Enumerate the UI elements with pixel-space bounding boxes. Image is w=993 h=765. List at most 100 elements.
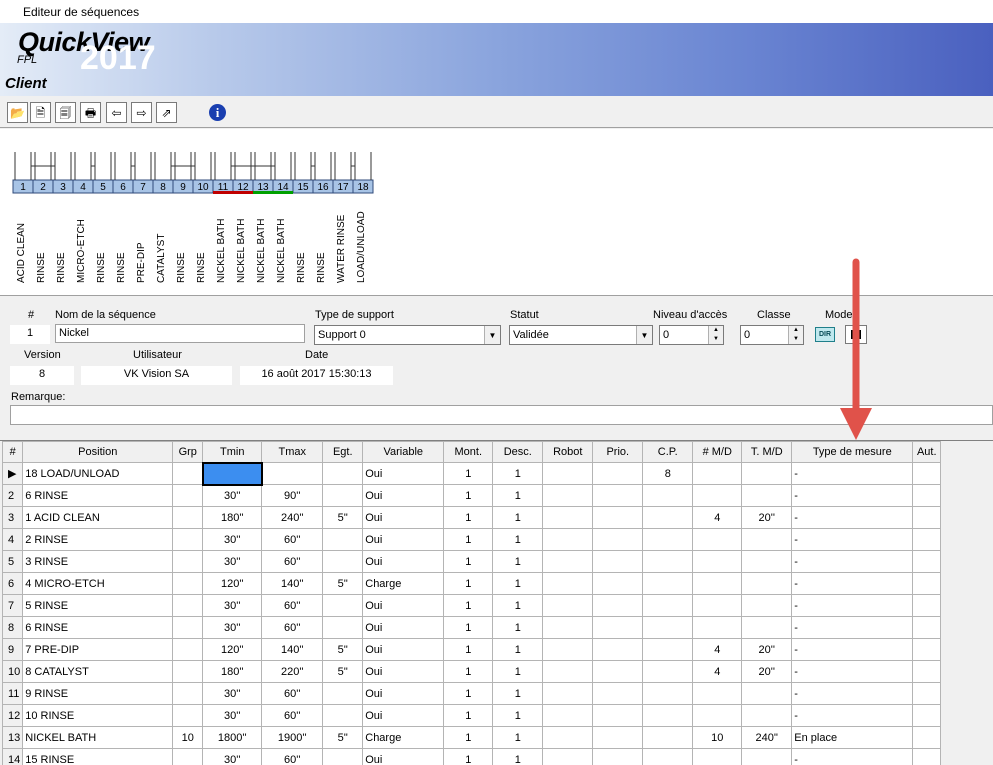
table-cell[interactable]: - <box>791 616 914 639</box>
row-header[interactable]: 3 <box>1 506 24 529</box>
table-cell[interactable] <box>741 462 793 485</box>
table-cell[interactable]: 240'' <box>261 506 324 529</box>
table-cell[interactable]: - <box>791 550 914 573</box>
table-cell[interactable]: Oui <box>362 638 445 661</box>
table-cell[interactable] <box>592 704 644 727</box>
delete-doc-button[interactable]: 🗐 <box>55 102 76 123</box>
spin-up-icon[interactable]: ▲ <box>709 326 723 335</box>
table-cell[interactable]: NICKEL BATH <box>22 726 174 749</box>
table-cell[interactable]: 1 <box>492 638 544 661</box>
table-cell[interactable]: 1 <box>443 550 494 573</box>
table-cell[interactable]: 1 <box>443 484 494 507</box>
table-cell[interactable]: 90'' <box>261 484 324 507</box>
table-cell[interactable] <box>322 704 364 727</box>
table-cell[interactable]: 180'' <box>202 506 263 529</box>
table-cell[interactable]: - <box>791 506 914 529</box>
table-cell[interactable]: 1 <box>443 660 494 683</box>
statut-select[interactable]: Validée ▼ <box>509 325 653 345</box>
table-cell[interactable] <box>592 748 644 765</box>
table-cell[interactable]: - <box>791 462 914 485</box>
row-header[interactable]: 6 <box>1 572 24 595</box>
table-cell[interactable]: 30'' <box>202 748 263 765</box>
table-cell[interactable]: 1 <box>443 462 494 485</box>
table-cell[interactable]: 4 MICRO-ETCH <box>22 572 174 595</box>
table-cell[interactable] <box>542 572 594 595</box>
table-cell[interactable] <box>642 704 694 727</box>
table-cell[interactable]: 120'' <box>202 638 263 661</box>
table-cell[interactable]: 6 RINSE <box>22 484 174 507</box>
table-cell[interactable]: 60'' <box>261 682 324 705</box>
table-cell[interactable]: 1 <box>492 484 544 507</box>
export-folder-button[interactable]: ⇗ <box>156 102 177 123</box>
table-cell[interactable] <box>592 594 644 617</box>
info-button[interactable]: i <box>207 102 228 123</box>
table-cell[interactable] <box>592 550 644 573</box>
table-cell[interactable]: 1900'' <box>261 726 324 749</box>
table-cell[interactable]: - <box>791 572 914 595</box>
table-cell[interactable] <box>322 550 364 573</box>
spin-down-icon[interactable]: ▼ <box>789 335 803 344</box>
column-header[interactable]: Egt. <box>322 441 364 463</box>
table-cell[interactable] <box>912 594 942 617</box>
table-cell[interactable] <box>692 528 743 551</box>
table-cell[interactable]: - <box>791 682 914 705</box>
table-cell[interactable] <box>912 660 942 683</box>
table-row[interactable]: 13 NICKEL BATH 10 1800'' 1900'' 5'' Charge 1 1 10… <box>1 726 942 749</box>
table-cell[interactable]: 60'' <box>261 704 324 727</box>
table-cell[interactable] <box>741 572 793 595</box>
table-cell[interactable]: 15 RINSE <box>22 748 174 765</box>
table-cell[interactable]: Oui <box>362 660 445 683</box>
table-cell[interactable] <box>912 528 942 551</box>
table-cell[interactable]: 5'' <box>322 638 364 661</box>
table-cell[interactable] <box>692 616 743 639</box>
table-cell[interactable]: - <box>791 594 914 617</box>
row-header[interactable]: 12 <box>1 704 24 727</box>
classe-spinner[interactable]: 0 ▲ ▼ <box>740 325 804 345</box>
table-cell[interactable]: 60'' <box>261 594 324 617</box>
table-cell[interactable] <box>322 484 364 507</box>
table-cell[interactable] <box>741 682 793 705</box>
table-cell[interactable]: Oui <box>362 616 445 639</box>
table-cell[interactable] <box>692 704 743 727</box>
table-cell[interactable] <box>912 616 942 639</box>
table-cell[interactable] <box>261 462 324 485</box>
table-cell[interactable] <box>741 484 793 507</box>
table-cell[interactable] <box>741 528 793 551</box>
table-cell[interactable] <box>692 484 743 507</box>
table-row[interactable]: 14 15 RINSE 30'' 60'' Oui 1 1- <box>1 748 942 765</box>
table-cell[interactable] <box>692 594 743 617</box>
spin-down-icon[interactable]: ▼ <box>709 335 723 344</box>
table-cell[interactable]: Oui <box>362 748 445 765</box>
table-cell[interactable]: 140'' <box>261 638 324 661</box>
table-cell[interactable] <box>642 484 694 507</box>
column-header[interactable]: Aut. <box>912 441 942 463</box>
table-cell[interactable] <box>542 638 594 661</box>
table-cell[interactable] <box>592 462 644 485</box>
column-header[interactable]: Type de mesure <box>791 441 914 463</box>
table-cell[interactable]: 1 <box>492 660 544 683</box>
table-cell[interactable]: 220'' <box>261 660 324 683</box>
table-cell[interactable]: 30'' <box>202 528 263 551</box>
table-cell[interactable]: 1 <box>492 594 544 617</box>
table-cell[interactable]: 1 <box>492 528 544 551</box>
table-cell[interactable]: 20'' <box>741 506 793 529</box>
row-header[interactable]: 11 <box>1 682 24 705</box>
table-cell[interactable] <box>692 550 743 573</box>
table-cell[interactable]: 18 LOAD/UNLOAD <box>22 462 174 485</box>
table-cell[interactable] <box>642 660 694 683</box>
table-cell[interactable]: 30'' <box>202 484 263 507</box>
table-cell[interactable] <box>172 462 204 485</box>
table-cell[interactable]: Charge <box>362 572 445 595</box>
table-cell[interactable] <box>592 616 644 639</box>
table-cell[interactable]: 1 <box>443 616 494 639</box>
table-cell[interactable]: Charge <box>362 726 445 749</box>
table-cell[interactable]: 5 RINSE <box>22 594 174 617</box>
table-cell[interactable] <box>172 594 204 617</box>
table-row[interactable]: 11 9 RINSE 30'' 60'' Oui 1 1- <box>1 682 942 705</box>
table-cell[interactable]: Oui <box>362 682 445 705</box>
table-cell[interactable] <box>912 572 942 595</box>
table-cell[interactable] <box>642 638 694 661</box>
table-cell[interactable]: Oui <box>362 594 445 617</box>
column-header[interactable]: Grp <box>172 441 204 463</box>
table-cell[interactable]: 4 <box>692 506 743 529</box>
